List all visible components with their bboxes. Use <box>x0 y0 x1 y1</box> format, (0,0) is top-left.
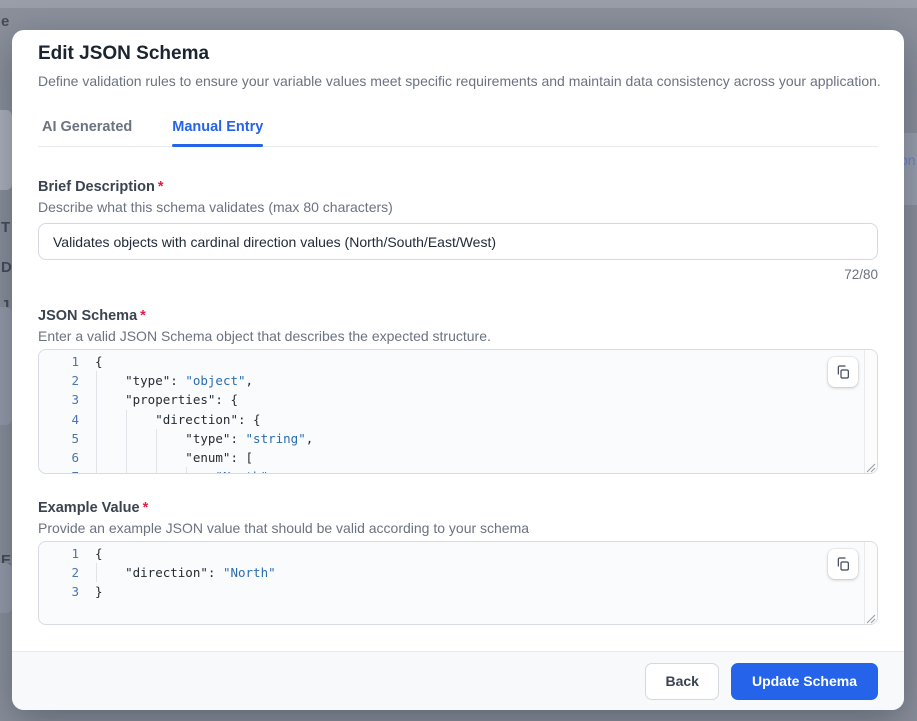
resize-handle-icon[interactable] <box>864 460 876 472</box>
editor-scrollbar[interactable] <box>864 350 877 473</box>
json-schema-helper: Enter a valid JSON Schema object that de… <box>38 326 878 346</box>
indent-guide <box>156 429 157 448</box>
code-line: 5 "type": "string", <box>39 429 877 448</box>
line-number: 1 <box>39 544 79 563</box>
background-page-fragment <box>0 307 12 425</box>
copy-example-button[interactable] <box>828 549 858 579</box>
indent-guide <box>126 429 127 448</box>
tab-ai-generated[interactable]: AI Generated <box>42 118 132 146</box>
code-line-text: "North", <box>95 467 276 474</box>
line-number: 1 <box>39 352 79 371</box>
line-number: 7 <box>39 467 79 474</box>
brief-description-label-text: Brief Description <box>38 179 155 195</box>
background-page-fragment: T <box>1 220 10 235</box>
dialog-footer: Back Update Schema <box>12 651 904 710</box>
dialog-title: Edit JSON Schema <box>38 40 878 68</box>
background-page-fragment: e <box>1 14 9 29</box>
brief-description-label: Brief Description* <box>38 177 878 197</box>
indent-guide <box>96 410 97 429</box>
code-line-text: "type": "string", <box>95 429 313 448</box>
code-line: 6 "enum": [ <box>39 448 877 467</box>
code-line: 1{ <box>39 352 877 371</box>
line-number: 5 <box>39 429 79 448</box>
indent-guide <box>96 371 97 390</box>
character-counter: 72/80 <box>38 266 878 284</box>
background-page-fragment <box>0 110 12 190</box>
required-marker: * <box>158 179 164 195</box>
code-line-text: "direction": "North" <box>95 563 276 582</box>
json-schema-code: 1{2 "type": "object",3 "properties": {4 … <box>39 350 877 474</box>
code-line-text: { <box>95 544 103 563</box>
indent-guide <box>126 410 127 429</box>
indent-guide <box>126 448 127 467</box>
code-line: 2 "type": "object", <box>39 371 877 390</box>
line-number: 2 <box>39 371 79 390</box>
json-schema-label-text: JSON Schema <box>38 308 137 324</box>
tab-bar: AI Generated Manual Entry <box>38 118 878 147</box>
example-value-code: 1{2 "direction": "North"3} <box>39 542 877 602</box>
resize-handle-icon[interactable] <box>864 611 876 623</box>
tab-manual-entry[interactable]: Manual Entry <box>172 118 263 146</box>
example-value-label-text: Example Value <box>38 500 140 516</box>
code-line: 1{ <box>39 544 877 563</box>
indent-guide <box>96 467 97 474</box>
code-line-text: "type": "object", <box>95 371 253 390</box>
indent-guide <box>156 448 157 467</box>
line-number: 3 <box>39 390 79 409</box>
background-page-fragment <box>0 563 12 613</box>
copy-icon <box>835 364 851 380</box>
code-line-text: "properties": { <box>95 390 238 409</box>
dialog-body: Edit JSON Schema Define validation rules… <box>12 30 904 651</box>
example-value-editor[interactable]: 1{2 "direction": "North"3} <box>38 541 878 625</box>
background-page-fragment <box>904 133 917 205</box>
required-marker: * <box>143 500 149 516</box>
indent-guide <box>186 467 187 474</box>
indent-guide <box>126 467 127 474</box>
json-schema-editor[interactable]: 1{2 "type": "object",3 "properties": {4 … <box>38 349 878 474</box>
copy-schema-button[interactable] <box>828 357 858 387</box>
code-line: 7 "North", <box>39 467 877 474</box>
update-schema-button[interactable]: Update Schema <box>731 663 878 700</box>
indent-guide <box>156 467 157 474</box>
code-line: 2 "direction": "North" <box>39 563 877 582</box>
json-schema-label: JSON Schema* <box>38 306 878 326</box>
indent-guide <box>96 563 97 582</box>
brief-description-helper: Describe what this schema validates (max… <box>38 197 878 217</box>
code-line-text: "direction": { <box>95 410 261 429</box>
required-marker: * <box>140 308 146 324</box>
line-number: 2 <box>39 563 79 582</box>
code-line: 4 "direction": { <box>39 410 877 429</box>
line-number: 4 <box>39 410 79 429</box>
code-line-text: } <box>95 582 103 601</box>
code-line: 3 "properties": { <box>39 390 877 409</box>
line-number: 6 <box>39 448 79 467</box>
code-line: 3} <box>39 582 877 601</box>
indent-guide <box>96 390 97 409</box>
background-page-fragment: D <box>1 260 12 275</box>
code-line-text: { <box>95 352 103 371</box>
example-value-helper: Provide an example JSON value that shoul… <box>38 518 878 538</box>
back-button[interactable]: Back <box>645 663 718 700</box>
example-value-label: Example Value* <box>38 498 878 518</box>
background-page-fragment <box>0 0 917 8</box>
edit-json-schema-dialog: Edit JSON Schema Define validation rules… <box>12 30 904 710</box>
code-line-text: "enum": [ <box>95 448 253 467</box>
copy-icon <box>835 556 851 572</box>
brief-description-input[interactable] <box>38 223 878 260</box>
dialog-subtitle: Define validation rules to ensure your v… <box>38 71 878 91</box>
indent-guide <box>96 429 97 448</box>
indent-guide <box>96 448 97 467</box>
line-number: 3 <box>39 582 79 601</box>
